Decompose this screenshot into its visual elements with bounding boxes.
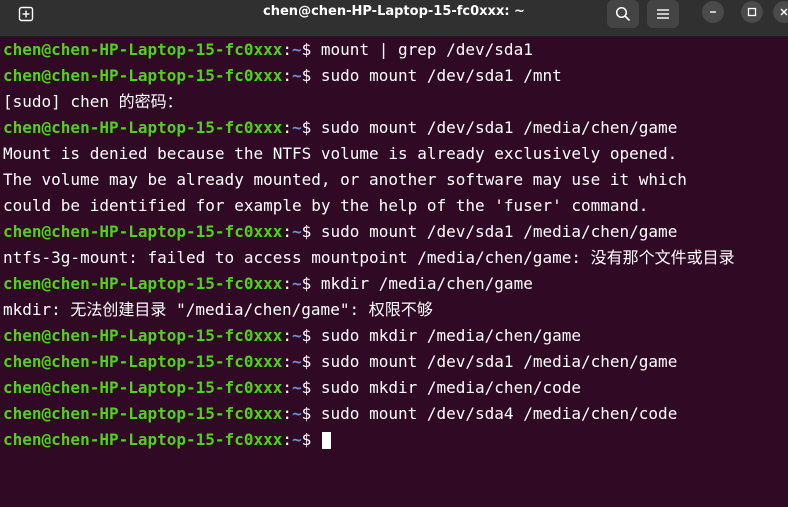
prompt-user-host: chen@chen-HP-Laptop-15-fc0xxx <box>3 326 283 345</box>
prompt-user-host: chen@chen-HP-Laptop-15-fc0xxx <box>3 430 283 449</box>
search-button[interactable] <box>607 0 639 28</box>
new-tab-icon <box>18 6 34 22</box>
output-line: [sudo] chen 的密码： <box>3 89 788 115</box>
prompt-path: ~ <box>292 352 302 371</box>
prompt-line: chen@chen-HP-Laptop-15-fc0xxx:~$ sudo mo… <box>3 115 788 141</box>
prompt-colon: : <box>282 352 292 371</box>
output-text: [sudo] chen 的密码： <box>3 92 183 111</box>
prompt-colon: : <box>282 378 292 397</box>
prompt-colon: : <box>282 66 292 85</box>
prompt-line: chen@chen-HP-Laptop-15-fc0xxx:~$ mount |… <box>3 37 788 63</box>
prompt-colon: : <box>282 430 292 449</box>
output-text: Mount is denied because the NTFS volume … <box>3 144 678 163</box>
maximize-icon <box>747 7 757 17</box>
terminal-output[interactable]: chen@chen-HP-Laptop-15-fc0xxx:~$ mount |… <box>0 37 788 507</box>
prompt-symbol: $ <box>301 430 321 449</box>
text-cursor <box>321 432 331 449</box>
command-text: sudo mount /dev/sda1 /media/chen/game <box>320 352 678 371</box>
prompt-line: chen@chen-HP-Laptop-15-fc0xxx:~$ mkdir /… <box>3 271 788 297</box>
close-icon <box>780 8 788 16</box>
output-line: Mount is denied because the NTFS volume … <box>3 141 788 167</box>
output-line: could be identified for example by the h… <box>3 193 788 219</box>
command-text: sudo mount /dev/sda1 /mnt <box>320 66 562 85</box>
prompt-path: ~ <box>292 378 302 397</box>
output-text: mkdir: 无法创建目录 "/media/chen/game": 权限不够 <box>3 300 433 319</box>
prompt-path: ~ <box>292 274 302 293</box>
maximize-button[interactable] <box>741 1 763 23</box>
title-bar[interactable]: chen@chen-HP-Laptop-15-fc0xxx: ~ <box>0 0 788 37</box>
minimize-icon <box>710 11 716 13</box>
terminal-window: chen@chen-HP-Laptop-15-fc0xxx: ~ chen@ch… <box>0 0 788 507</box>
output-line: The volume may be already mounted, or an… <box>3 167 788 193</box>
prompt-symbol: $ <box>301 118 321 137</box>
menu-button[interactable] <box>647 0 679 28</box>
prompt-symbol: $ <box>301 326 321 345</box>
output-line: ntfs-3g-mount: failed to access mountpoi… <box>3 245 788 271</box>
prompt-colon: : <box>282 118 292 137</box>
command-text: sudo mount /dev/sda4 /media/chen/code <box>320 404 678 423</box>
prompt-user-host: chen@chen-HP-Laptop-15-fc0xxx <box>3 40 283 59</box>
prompt-symbol: $ <box>301 274 321 293</box>
prompt-user-host: chen@chen-HP-Laptop-15-fc0xxx <box>3 222 283 241</box>
prompt-user-host: chen@chen-HP-Laptop-15-fc0xxx <box>3 274 283 293</box>
output-text: The volume may be already mounted, or an… <box>3 170 687 189</box>
prompt-colon: : <box>282 404 292 423</box>
hamburger-menu-icon <box>657 9 669 19</box>
prompt-symbol: $ <box>301 404 321 423</box>
command-text: sudo mkdir /media/chen/game <box>320 326 581 345</box>
prompt-line: chen@chen-HP-Laptop-15-fc0xxx:~$ sudo mo… <box>3 349 788 375</box>
prompt-path: ~ <box>292 404 302 423</box>
prompt-path: ~ <box>292 430 302 449</box>
prompt-symbol: $ <box>301 40 321 59</box>
prompt-symbol: $ <box>301 352 321 371</box>
prompt-line: chen@chen-HP-Laptop-15-fc0xxx:~$ sudo mo… <box>3 63 788 89</box>
output-line: mkdir: 无法创建目录 "/media/chen/game": 权限不够 <box>3 297 788 323</box>
command-text: mount | grep /dev/sda1 <box>320 40 533 59</box>
command-text: sudo mount /dev/sda1 /media/chen/game <box>320 222 678 241</box>
prompt-path: ~ <box>292 66 302 85</box>
prompt-path: ~ <box>292 326 302 345</box>
prompt-colon: : <box>282 40 292 59</box>
new-tab-button[interactable] <box>8 0 44 28</box>
command-text: mkdir /media/chen/game <box>320 274 533 293</box>
prompt-user-host: chen@chen-HP-Laptop-15-fc0xxx <box>3 404 283 423</box>
minimize-button[interactable] <box>702 1 724 23</box>
close-button[interactable] <box>773 1 788 23</box>
prompt-line: chen@chen-HP-Laptop-15-fc0xxx:~$ sudo mk… <box>3 375 788 401</box>
prompt-symbol: $ <box>301 66 321 85</box>
prompt-path: ~ <box>292 222 302 241</box>
prompt-line: chen@chen-HP-Laptop-15-fc0xxx:~$ sudo mk… <box>3 323 788 349</box>
prompt-colon: : <box>282 222 292 241</box>
prompt-symbol: $ <box>301 222 321 241</box>
output-text: could be identified for example by the h… <box>3 196 649 215</box>
prompt-user-host: chen@chen-HP-Laptop-15-fc0xxx <box>3 118 283 137</box>
prompt-path: ~ <box>292 40 302 59</box>
command-text: sudo mkdir /media/chen/code <box>320 378 581 397</box>
prompt-path: ~ <box>292 118 302 137</box>
output-text: ntfs-3g-mount: failed to access mountpoi… <box>3 248 735 267</box>
search-icon <box>615 6 631 22</box>
prompt-line: chen@chen-HP-Laptop-15-fc0xxx:~$ <box>3 427 788 453</box>
prompt-colon: : <box>282 274 292 293</box>
prompt-line: chen@chen-HP-Laptop-15-fc0xxx:~$ sudo mo… <box>3 219 788 245</box>
prompt-user-host: chen@chen-HP-Laptop-15-fc0xxx <box>3 378 283 397</box>
prompt-user-host: chen@chen-HP-Laptop-15-fc0xxx <box>3 352 283 371</box>
prompt-user-host: chen@chen-HP-Laptop-15-fc0xxx <box>3 66 283 85</box>
prompt-colon: : <box>282 326 292 345</box>
command-text: sudo mount /dev/sda1 /media/chen/game <box>320 118 678 137</box>
prompt-line: chen@chen-HP-Laptop-15-fc0xxx:~$ sudo mo… <box>3 401 788 427</box>
prompt-symbol: $ <box>301 378 321 397</box>
